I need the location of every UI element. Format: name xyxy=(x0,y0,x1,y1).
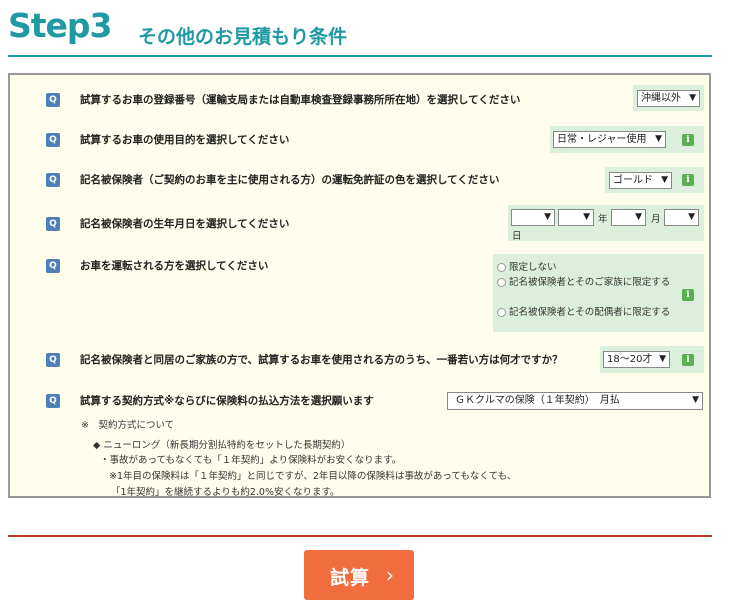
driver-option-spouse[interactable]: 記名被保険者とその配偶者に限定する xyxy=(497,304,670,318)
driver-option-unlimited[interactable]: 限定しない xyxy=(497,259,557,273)
license-color-select[interactable]: ゴールド ▼ xyxy=(609,172,672,189)
info-icon[interactable]: i xyxy=(682,134,694,146)
question-youngest-age-label: 記名被保険者と同居のご家族の方で、試算するお車を使用される方のうち、一番若い方は… xyxy=(80,354,563,366)
birth-year-select[interactable]: ▼ xyxy=(558,209,594,226)
question-registration-label: 試算するお車の登録番号（運輸支局または自動車検査登録事務所所在地）を選択してくだ… xyxy=(80,94,521,106)
question-license-color-label: 記名被保険者（ご契約のお車を主に使用される方）の運転免許証の色を選択してください xyxy=(80,174,500,186)
registration-select[interactable]: 沖縄以外 ▼ xyxy=(637,90,700,107)
contract-note-heading: ※ 契約方式について xyxy=(81,420,175,431)
bottom-divider xyxy=(8,535,712,537)
contract-type-select[interactable]: ＧＫクルマの保険（１年契約） 月払 ▼ xyxy=(447,392,703,410)
license-color-select-value: ゴールド xyxy=(613,175,653,186)
driver-option-label: 記名被保険者とそのご家族に限定する xyxy=(509,277,671,288)
birth-era-select[interactable]: ▼ xyxy=(511,209,555,226)
info-icon[interactable]: i xyxy=(682,289,694,301)
youngest-age-select-value: 18～20才 xyxy=(607,354,653,365)
question-usage-label: 試算するお車の使用目的を選択してください xyxy=(80,134,290,146)
year-unit-label: 年 xyxy=(598,214,608,225)
step-label: Step3 xyxy=(8,6,113,45)
youngest-age-select[interactable]: 18～20才 ▼ xyxy=(603,351,670,368)
driver-option-label: 限定しない xyxy=(509,262,557,273)
usage-select[interactable]: 日常・レジャー使用 ▼ xyxy=(553,131,666,148)
usage-select-value: 日常・レジャー使用 xyxy=(557,134,647,145)
registration-select-value: 沖縄以外 xyxy=(641,93,681,104)
contract-type-select-value: ＧＫクルマの保険（１年契約） 月払 xyxy=(455,395,620,406)
radio-button[interactable] xyxy=(497,263,506,272)
question-icon: Q xyxy=(46,217,60,231)
chevron-down-icon: ▼ xyxy=(655,134,662,144)
question-icon: Q xyxy=(46,133,60,147)
radio-button[interactable] xyxy=(497,308,506,317)
title-divider xyxy=(8,55,712,57)
question-icon: Q xyxy=(46,353,60,367)
question-icon: Q xyxy=(46,259,60,273)
question-contract-type-label: 試算する契約方式※ならびに保険料の払込方法を選択願います xyxy=(80,395,374,407)
chevron-down-icon: ▼ xyxy=(635,212,642,222)
info-icon[interactable]: i xyxy=(682,174,694,186)
month-unit-label: 月 xyxy=(651,214,661,225)
calculate-button-label: 試算 xyxy=(330,567,371,589)
chevron-down-icon: ▼ xyxy=(688,212,695,222)
contract-note-line: 「1年契約」を継続するよりも約2.0%安くなります。 xyxy=(111,487,340,498)
driver-option-family[interactable]: 記名被保険者とそのご家族に限定する xyxy=(497,274,670,288)
contract-note-line: ・事故があってもなくても「１年契約」より保険料がお安くなります。 xyxy=(100,455,402,466)
question-icon: Q xyxy=(46,93,60,107)
chevron-down-icon: ▼ xyxy=(583,212,590,222)
chevron-down-icon: ▼ xyxy=(661,175,668,185)
contract-note-line: ※1年目の保険料は「１年契約」と同じですが、2年目以降の保険料は事故があってもな… xyxy=(109,471,517,482)
chevron-down-icon: ▼ xyxy=(689,93,696,103)
chevron-down-icon: ▼ xyxy=(692,395,699,405)
chevron-down-icon: ▼ xyxy=(659,354,666,364)
page-title: その他のお見積もり条件 xyxy=(138,26,348,48)
question-icon: Q xyxy=(46,394,60,408)
contract-note-bullet: ◆ ニューロング（新長期分割払特約をセットした長期契約） xyxy=(93,440,351,451)
radio-button[interactable] xyxy=(497,278,506,287)
chevron-right-icon: › xyxy=(386,563,394,587)
chevron-down-icon: ▼ xyxy=(544,212,551,222)
question-icon: Q xyxy=(46,173,60,187)
driver-option-label: 記名被保険者とその配偶者に限定する xyxy=(509,307,671,318)
day-unit-label: 日 xyxy=(512,231,522,242)
info-icon[interactable]: i xyxy=(682,354,694,366)
birth-day-select[interactable]: ▼ xyxy=(664,209,699,226)
birth-month-select[interactable]: ▼ xyxy=(611,209,646,226)
question-driver-scope-label: お車を運転される方を選択してください xyxy=(80,260,269,272)
question-birthdate-label: 記名被保険者の生年月日を選択してください xyxy=(80,218,290,230)
calculate-button[interactable]: 試算 › xyxy=(304,550,414,600)
